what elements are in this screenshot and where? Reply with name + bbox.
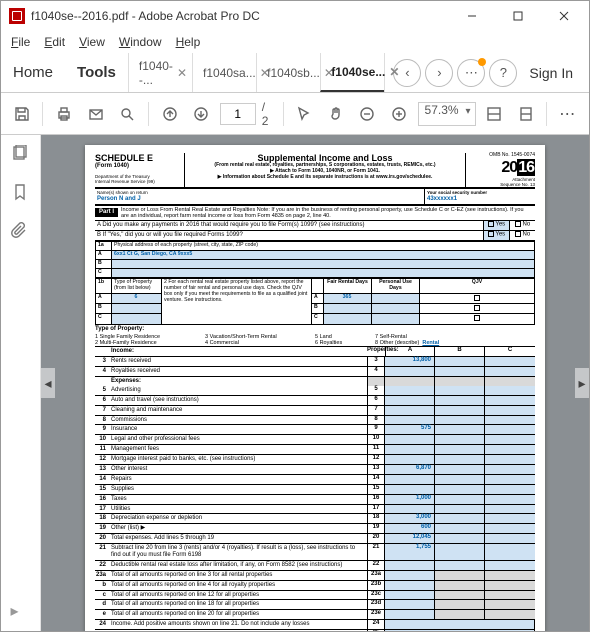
doc-tab-0[interactable]: f1040--... ✕ — [128, 53, 192, 92]
close-button[interactable] — [541, 1, 587, 31]
field-20a[interactable]: 12,045 — [385, 534, 435, 543]
scroll-right-icon[interactable]: ▸ — [575, 368, 589, 398]
field-ssn[interactable]: 43xxxxxx1 — [427, 196, 533, 203]
form-number: (Form 1040) — [95, 163, 180, 170]
question-b: B If "Yes," did you or will you file req… — [95, 231, 483, 240]
search-icon[interactable] — [114, 101, 139, 127]
thumbnails-icon[interactable] — [11, 145, 31, 165]
save-icon[interactable] — [9, 101, 34, 127]
menubar: File Edit View Window Help — [1, 31, 589, 53]
field-16a[interactable]: 1,000 — [385, 495, 435, 504]
tools-tab[interactable]: Tools — [65, 53, 128, 92]
table-1b: 1b Type of Property(from list below) 2 F… — [95, 278, 535, 325]
home-tab[interactable]: Home — [1, 53, 65, 92]
menu-file[interactable]: File — [5, 33, 36, 51]
menu-help[interactable]: Help — [170, 33, 207, 51]
doc-tab-label: f1040se... — [331, 65, 385, 79]
minimize-button[interactable] — [449, 1, 495, 31]
window-title: f1040se--2016.pdf - Adobe Acrobat Pro DC — [31, 9, 449, 23]
form-info: ▶ Information about Schedule E and its s… — [189, 175, 461, 181]
tabbar: Home Tools f1040--...✕ f1040sa...✕ f1040… — [1, 53, 589, 93]
more-tools-icon[interactable]: ⋯ — [555, 101, 580, 127]
field-proptype-b[interactable] — [112, 304, 162, 314]
question-a: A Did you make any payments in 2016 that… — [95, 221, 483, 230]
left-rail: ▸ — [1, 135, 41, 631]
field-other-describe[interactable]: Rental — [422, 340, 439, 346]
titlebar: f1040se--2016.pdf - Adobe Acrobat Pro DC — [1, 1, 589, 31]
menu-edit[interactable]: Edit — [38, 33, 71, 51]
mail-icon[interactable] — [83, 101, 108, 127]
field-18a[interactable]: 3,000 — [385, 514, 435, 523]
part1-text: Income or Loss From Rental Real Estate a… — [118, 206, 535, 221]
toolbar: / 2 57.3% ⋯ — [1, 93, 589, 135]
qa-no[interactable]: No — [509, 221, 535, 230]
close-icon[interactable]: ✕ — [177, 66, 187, 80]
field-3a[interactable]: 13,800 — [385, 357, 435, 366]
fit-page-icon[interactable] — [513, 101, 538, 127]
form-schedule: SCHEDULE E — [95, 153, 180, 163]
attachments-icon[interactable] — [11, 221, 31, 241]
field-19a[interactable]: 600 — [385, 524, 435, 533]
page-total: / 2 — [262, 100, 275, 128]
field-proptype-c[interactable] — [112, 314, 162, 324]
qb-yes[interactable]: Yes — [483, 231, 509, 240]
page-down-icon[interactable] — [188, 101, 213, 127]
doc-tab-label: f1040sa... — [203, 66, 256, 80]
zoom-in-icon[interactable] — [386, 101, 411, 127]
next-doc-button[interactable]: › — [425, 59, 453, 87]
expand-rail-icon[interactable]: ▸ — [11, 601, 31, 621]
field-21a[interactable]: 1,755 — [385, 544, 435, 560]
field-addr-c[interactable] — [112, 268, 535, 277]
field-addr-b[interactable] — [112, 259, 535, 268]
doc-tab-label: f1040sb... — [267, 66, 320, 80]
notifications-icon[interactable]: ⋯ — [457, 59, 485, 87]
pdf-page: SCHEDULE E (Form 1040) Department of the… — [85, 145, 545, 631]
tab-nav: ‹ › ⋯ ? Sign In — [384, 53, 589, 92]
doc-tab-2[interactable]: f1040sb...✕ — [256, 53, 320, 92]
field-addr-a[interactable]: 6xx1 Ct G, San Diego, CA 9xxx5 — [112, 250, 535, 259]
zoom-select[interactable]: 57.3% — [418, 102, 476, 126]
menu-window[interactable]: Window — [113, 33, 168, 51]
table-1a: 1aPhysical address of each property (str… — [95, 241, 535, 278]
field-proptype-a[interactable]: 6 — [112, 293, 162, 303]
close-icon[interactable]: ✕ — [389, 65, 399, 79]
print-icon[interactable] — [51, 101, 76, 127]
field-13a[interactable]: 6,870 — [385, 465, 435, 474]
form-seq2: Sequence No. 13 — [470, 182, 535, 187]
field-pud-a[interactable] — [372, 293, 420, 303]
signin-button[interactable]: Sign In — [521, 65, 581, 81]
hand-tool-icon[interactable] — [323, 101, 348, 127]
field-frd-a[interactable]: 365 — [324, 293, 372, 303]
menu-view[interactable]: View — [73, 33, 111, 51]
help-icon[interactable]: ? — [489, 59, 517, 87]
bookmarks-icon[interactable] — [11, 183, 31, 203]
document-viewer[interactable]: ◂ ▸ SCHEDULE E (Form 1040) Department of… — [41, 135, 589, 631]
doc-tab-3[interactable]: f1040se...✕ — [320, 53, 384, 92]
form-year: 2016 — [470, 159, 535, 177]
field-name[interactable]: Person N and J — [97, 196, 422, 203]
page-input[interactable] — [220, 103, 256, 125]
form-irs: Internal Revenue Service (99) — [95, 179, 180, 184]
select-tool-icon[interactable] — [292, 101, 317, 127]
field-9a[interactable]: 575 — [385, 425, 435, 434]
page-up-icon[interactable] — [157, 101, 182, 127]
qb-no[interactable]: No — [509, 231, 535, 240]
zoom-out-icon[interactable] — [355, 101, 380, 127]
qa-yes[interactable]: Yes — [483, 221, 509, 230]
doc-tab-label: f1040--... — [139, 59, 173, 87]
app-icon — [9, 8, 25, 24]
maximize-button[interactable] — [495, 1, 541, 31]
type-of-property-header: Type of Property: — [95, 325, 535, 334]
field-qjv-a[interactable] — [420, 293, 535, 303]
fit-width-icon[interactable] — [482, 101, 507, 127]
scroll-left-icon[interactable]: ◂ — [41, 368, 55, 398]
doc-tab-1[interactable]: f1040sa...✕ — [192, 53, 256, 92]
part1-label: Part I — [95, 208, 118, 217]
